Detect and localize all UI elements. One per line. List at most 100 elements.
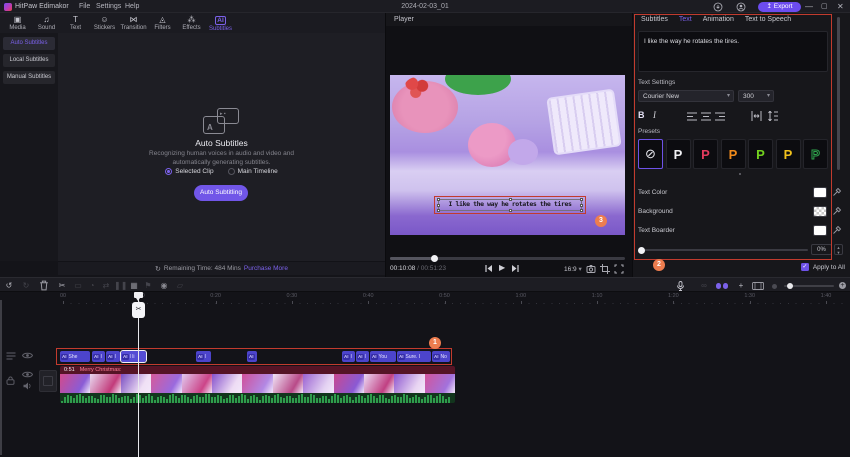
boarder-slider-handle[interactable] — [638, 246, 645, 254]
preset-green[interactable]: P — [748, 139, 773, 169]
italic-button[interactable]: I — [653, 110, 656, 120]
preset-yellow[interactable]: P — [775, 139, 801, 169]
auto-scroll-icon[interactable]: + — [735, 280, 747, 291]
refresh-icon[interactable]: ↻ — [155, 265, 161, 273]
chroma-key-tool-icon[interactable]: ◉ — [158, 280, 170, 291]
mosaic-tool-icon[interactable]: ▦ — [128, 280, 140, 291]
right-panel-scrollbar[interactable] — [837, 17, 840, 170]
tab-text[interactable]: Text — [679, 16, 692, 23]
minimize-button[interactable]: — — [805, 2, 813, 11]
close-button[interactable]: ✕ — [837, 2, 844, 11]
marker-tool-icon[interactable]: ⚑ — [142, 280, 154, 291]
playhead-handle[interactable] — [134, 292, 143, 301]
selection-handle[interactable] — [580, 203, 583, 207]
link-clips-icon[interactable]: ∞ — [698, 280, 710, 291]
text-boarder-picker-icon[interactable] — [832, 225, 842, 235]
speed-tool-icon[interactable]: ◔ — [86, 280, 98, 291]
snapping-magnet-icon[interactable] — [716, 282, 728, 290]
prev-frame-button[interactable] — [484, 264, 493, 273]
tab-text-to-speech[interactable]: Text to Speech — [745, 16, 791, 23]
video-track-mute-icon[interactable] — [23, 382, 32, 390]
storyboard-icon[interactable] — [752, 282, 764, 290]
crop-icon[interactable] — [600, 264, 610, 274]
timeline-left-scrollbar[interactable] — [0, 300, 2, 455]
sticker-tool-icon[interactable]: ▱ — [174, 280, 186, 291]
nav-item-sound[interactable]: ♫ Sound — [32, 13, 61, 32]
preset-orange[interactable]: P — [720, 139, 746, 169]
selection-handle[interactable] — [437, 203, 440, 207]
background-swatch[interactable] — [813, 206, 827, 217]
user-account-icon[interactable] — [736, 2, 746, 12]
split-scissors-icon[interactable]: ✂ — [56, 280, 68, 291]
voiceover-mic-icon[interactable] — [676, 281, 685, 291]
selection-handle[interactable] — [437, 198, 440, 201]
fullscreen-icon[interactable] — [614, 264, 624, 274]
zoom-in-icon[interactable]: + — [839, 282, 846, 289]
font-size-dropdown[interactable]: 300 ▾ — [738, 90, 774, 102]
preset-green-outline[interactable]: P — [803, 139, 828, 169]
background-picker-icon[interactable] — [832, 206, 842, 216]
nav-item-subtitles[interactable]: AI Subtitles — [206, 13, 235, 33]
nav-item-filters[interactable]: ◬ Filters — [148, 13, 177, 32]
selection-handle[interactable] — [437, 209, 440, 212]
nav-item-stickers[interactable]: ☺ Stickers — [90, 13, 119, 32]
crop-tool-icon[interactable]: ▭ — [72, 280, 84, 291]
track-thumbnail-box[interactable] — [39, 370, 57, 392]
sidebar-item-local-subtitles[interactable]: Local Subtitles — [3, 54, 55, 67]
sidebar-item-auto-subtitles[interactable]: Auto Subtitles — [3, 37, 55, 50]
tab-subtitles[interactable]: Subtitles — [641, 16, 668, 23]
align-right-icon[interactable] — [715, 112, 725, 121]
purchase-more-link[interactable]: Purchase More — [244, 265, 288, 272]
subtitle-text-input[interactable]: I like the way he rotates the tires. — [638, 31, 828, 72]
nav-item-media[interactable]: ▣ Media — [3, 13, 32, 32]
radio-main-timeline[interactable]: Main Timeline — [227, 168, 278, 175]
nav-item-transition[interactable]: ⋈ Transition — [119, 13, 148, 32]
selection-handle[interactable] — [509, 198, 512, 201]
freeze-tool-icon[interactable]: ❚❚ — [114, 280, 127, 291]
boarder-value[interactable]: 0% — [811, 244, 832, 255]
update-icon[interactable] — [713, 2, 723, 12]
align-center-icon[interactable] — [701, 112, 711, 121]
text-color-swatch[interactable] — [813, 187, 827, 198]
delete-icon[interactable] — [38, 280, 50, 291]
nav-item-effects[interactable]: ⁂ Effects — [177, 13, 206, 32]
timeline-ruler[interactable]: 000:100:200:300:400:501:001:101:201:301:… — [0, 292, 850, 305]
zoom-out-icon[interactable] — [772, 283, 777, 289]
play-button[interactable]: ▶ — [499, 263, 505, 273]
undo-icon[interactable]: ↺ — [3, 280, 15, 291]
video-track-lock-icon[interactable] — [6, 376, 15, 385]
preset-none[interactable]: ⊘ — [638, 139, 663, 169]
timeline-zoom-slider[interactable] — [784, 283, 834, 289]
radio-dot-main-timeline[interactable] — [227, 168, 235, 175]
tab-animation[interactable]: Animation — [703, 16, 734, 23]
next-frame-button[interactable] — [511, 264, 520, 273]
preset-white[interactable]: P — [665, 139, 691, 169]
redo-icon[interactable]: ↻ — [20, 280, 32, 291]
snapshot-icon[interactable] — [586, 264, 596, 274]
video-clip[interactable]: 0:51 Merry Christmas: — [60, 366, 455, 403]
align-left-icon[interactable] — [687, 112, 697, 121]
preset-red[interactable]: P — [693, 139, 718, 169]
selection-handle[interactable] — [580, 198, 583, 201]
timeline-zoom-handle[interactable] — [787, 283, 793, 289]
apply-to-all-checkbox[interactable]: ✓ — [800, 263, 809, 271]
nav-item-text[interactable]: T Text — [61, 13, 90, 32]
reverse-tool-icon[interactable]: ⇄ — [100, 280, 112, 291]
radio-selected-clip[interactable]: Selected Clip — [165, 168, 214, 175]
subtitle-track-eye-icon[interactable] — [22, 351, 33, 360]
playhead-cut-badge[interactable]: ✂ — [132, 302, 145, 318]
selection-handle[interactable] — [509, 209, 512, 212]
player-progress-bar[interactable] — [390, 255, 625, 262]
progress-handle[interactable] — [431, 255, 438, 262]
sidebar-item-manual-subtitles[interactable]: Manual Subtitles — [3, 71, 55, 84]
bold-button[interactable]: B — [638, 110, 645, 120]
font-family-dropdown[interactable]: Courier New ▾ — [638, 90, 734, 102]
subtitle-overlay-text[interactable]: I like the way he rotates the tires — [435, 200, 585, 208]
video-track-eye-icon[interactable] — [22, 370, 33, 379]
export-button[interactable]: ↥ Export — [758, 1, 801, 12]
boarder-slider[interactable] — [638, 246, 808, 254]
video-preview[interactable]: I like the way he rotates the tires 3 — [390, 75, 625, 235]
line-spacing-icon[interactable] — [767, 111, 778, 121]
selection-handle[interactable] — [580, 209, 583, 212]
auto-subtitling-button[interactable]: Auto Subtitling — [194, 185, 248, 201]
